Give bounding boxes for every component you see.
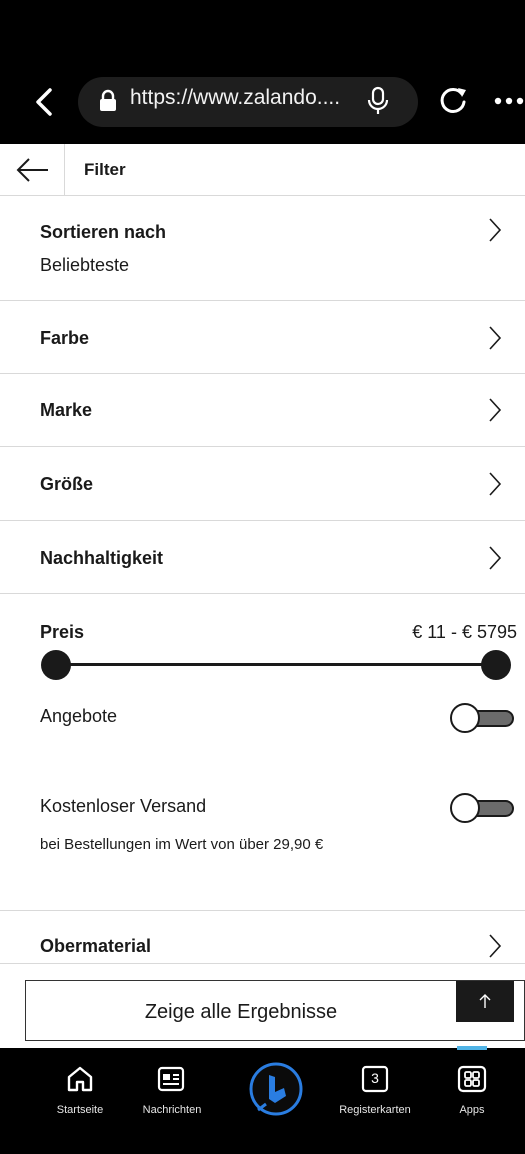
nav-apps[interactable]: Apps xyxy=(422,1048,522,1138)
arrow-up-icon xyxy=(479,994,491,1008)
page-title: Filter xyxy=(84,160,126,179)
home-icon xyxy=(67,1066,93,1092)
free-shipping-note: bei Bestellungen im Wert von über 29,90 … xyxy=(40,836,324,853)
refresh-icon[interactable] xyxy=(438,85,468,115)
chevron-right-icon xyxy=(489,546,502,570)
news-icon xyxy=(157,1066,185,1092)
chevron-right-icon xyxy=(489,326,502,350)
apps-icon xyxy=(457,1065,487,1093)
filter-row-sort[interactable]: Sortieren nach Beliebteste xyxy=(0,196,525,301)
scroll-to-top-button[interactable] xyxy=(456,981,514,1022)
nav-label: Nachrichten xyxy=(142,1104,202,1116)
filter-row-color[interactable]: Farbe xyxy=(0,301,525,374)
nav-tabs[interactable]: 3 Registerkarten xyxy=(325,1048,425,1138)
bing-icon[interactable] xyxy=(248,1062,304,1118)
filter-row-label: Obermaterial xyxy=(40,936,152,956)
nav-news[interactable]: Nachrichten xyxy=(122,1048,222,1138)
chevron-right-icon xyxy=(489,398,502,422)
back-arrow-icon xyxy=(16,158,48,182)
nav-label: Startseite xyxy=(56,1104,104,1116)
filter-row-label: Sortieren nach xyxy=(40,222,167,242)
toggle-thumb xyxy=(450,793,480,823)
filter-header: Filter xyxy=(0,144,525,196)
filter-row-label: Farbe xyxy=(40,328,90,348)
filter-row-material[interactable]: Obermaterial xyxy=(0,910,525,964)
filter-row-size[interactable]: Größe xyxy=(0,447,525,521)
filter-back-button[interactable] xyxy=(0,144,65,195)
more-options-icon[interactable] xyxy=(494,97,525,105)
chevron-right-icon xyxy=(489,934,502,958)
url-text[interactable]: https://www.zalando.... xyxy=(130,86,360,110)
offers-label: Angebote xyxy=(40,706,118,726)
free-shipping-toggle[interactable] xyxy=(450,793,514,823)
filter-row-label: Marke xyxy=(40,400,93,420)
free-shipping-label: Kostenloser Versand xyxy=(40,796,207,816)
filter-row-sustainability[interactable]: Nachhaltigkeit xyxy=(0,521,525,594)
nav-home[interactable]: Startseite xyxy=(30,1048,130,1138)
browser-toolbar: https://www.zalando.... xyxy=(0,0,525,144)
price-slider-max-handle[interactable] xyxy=(481,650,511,680)
chevron-right-icon xyxy=(489,218,502,242)
bottom-navigation: Startseite Nachrichten 3 Registerkarten xyxy=(0,1046,525,1154)
sort-value: Beliebteste xyxy=(40,255,130,275)
filter-row-label: Größe xyxy=(40,474,94,494)
chevron-right-icon xyxy=(489,472,502,496)
lock-icon xyxy=(100,89,116,111)
nav-label: Registerkarten xyxy=(339,1104,411,1116)
price-label: Preis xyxy=(40,622,85,642)
price-slider-track[interactable] xyxy=(56,663,496,666)
show-results-button[interactable]: Zeige alle Ergebnisse xyxy=(25,980,525,1041)
microphone-icon[interactable] xyxy=(366,86,390,116)
back-chevron-icon[interactable] xyxy=(30,84,62,120)
toggle-thumb xyxy=(450,703,480,733)
filter-row-label: Nachhaltigkeit xyxy=(40,548,164,568)
price-range-value: € 11 - € 5795 xyxy=(412,622,517,642)
offers-toggle[interactable] xyxy=(450,703,514,733)
price-slider-min-handle[interactable] xyxy=(41,650,71,680)
show-results-label: Zeige alle Ergebnisse xyxy=(144,1001,338,1023)
nav-label: Apps xyxy=(459,1104,485,1116)
tab-count: 3 xyxy=(371,1070,379,1086)
filter-row-brand[interactable]: Marke xyxy=(0,374,525,447)
